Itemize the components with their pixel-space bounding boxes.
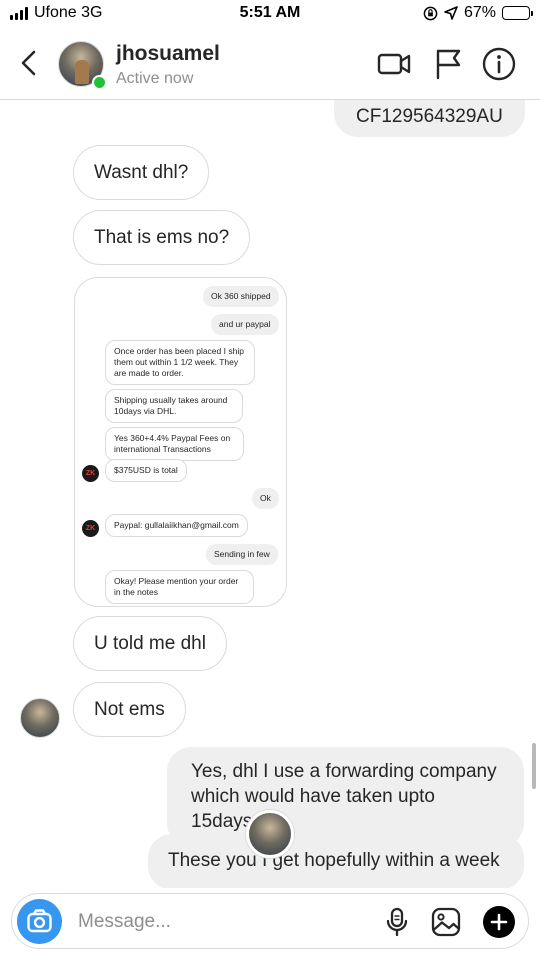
active-status-dot — [92, 75, 107, 90]
profile-avatar[interactable] — [58, 41, 107, 90]
status-bar: Ufone 3G 5:51 AM 67% — [0, 0, 540, 26]
info-icon[interactable] — [481, 46, 517, 82]
message-thread[interactable]: CF129564329AU Wasnt dhl? That is ems no?… — [0, 100, 540, 888]
camera-icon — [27, 909, 52, 933]
location-arrow-icon — [444, 6, 458, 20]
battery-icon — [502, 6, 533, 20]
incoming-message[interactable]: That is ems no? — [73, 210, 251, 265]
screenshot-message: Once order has been placed I ship them o… — [105, 340, 255, 385]
scrollbar[interactable] — [532, 743, 536, 789]
video-call-icon[interactable] — [376, 46, 412, 82]
orientation-lock-icon — [423, 6, 438, 20]
more-actions-button[interactable] — [483, 906, 515, 938]
outgoing-message[interactable]: These you I get hopefully within a week — [148, 834, 524, 888]
screenshot-message: Paypal: gullalaiikhan@gmail.com — [105, 514, 248, 537]
incoming-message[interactable]: U told me dhl — [73, 616, 227, 671]
chat-header: jhosuamel Active now — [0, 26, 540, 100]
screenshot-avatar: ZK — [82, 465, 99, 482]
battery-percent: 67% — [463, 4, 496, 21]
flag-icon[interactable] — [430, 46, 466, 82]
plus-icon — [490, 913, 508, 931]
camera-button[interactable] — [17, 899, 62, 944]
screenshot-message: Yes 360+4.4% Paypal Fees on internationa… — [105, 427, 244, 461]
screenshot-message: Ok — [252, 488, 279, 509]
screenshot-message: $375USD is total — [105, 459, 187, 482]
gallery-icon[interactable] — [430, 906, 462, 938]
microphone-icon[interactable] — [381, 906, 413, 938]
seen-receipt-avatar — [246, 810, 294, 858]
screenshot-message: Ok 360 shipped — [203, 286, 279, 307]
message-composer — [11, 893, 529, 949]
active-status-text: Active now — [116, 70, 194, 87]
incoming-message[interactable]: Not ems — [73, 682, 186, 737]
screenshot-avatar: ZK — [82, 520, 99, 537]
screenshot-message: Okay! Please mention your order in the n… — [105, 570, 254, 604]
status-right: 67% — [423, 4, 533, 22]
outgoing-message[interactable]: Yes, dhl I use a forwarding company whic… — [167, 747, 524, 847]
incoming-message[interactable]: Wasnt dhl? — [73, 145, 210, 200]
message-input[interactable] — [78, 908, 358, 936]
screenshot-message: and ur paypal — [211, 314, 279, 335]
screenshot-message: Shipping usually takes around 10days via… — [105, 389, 243, 423]
back-chevron-icon[interactable] — [14, 46, 44, 80]
screenshot-message: Sending in few — [206, 544, 278, 565]
outgoing-message[interactable]: CF129564329AU — [334, 100, 525, 137]
sender-avatar[interactable] — [20, 698, 60, 738]
chat-username[interactable]: jhosuamel — [116, 42, 220, 66]
shared-screenshot-image[interactable]: Ok 360 shipped and ur paypal Once order … — [74, 277, 287, 607]
